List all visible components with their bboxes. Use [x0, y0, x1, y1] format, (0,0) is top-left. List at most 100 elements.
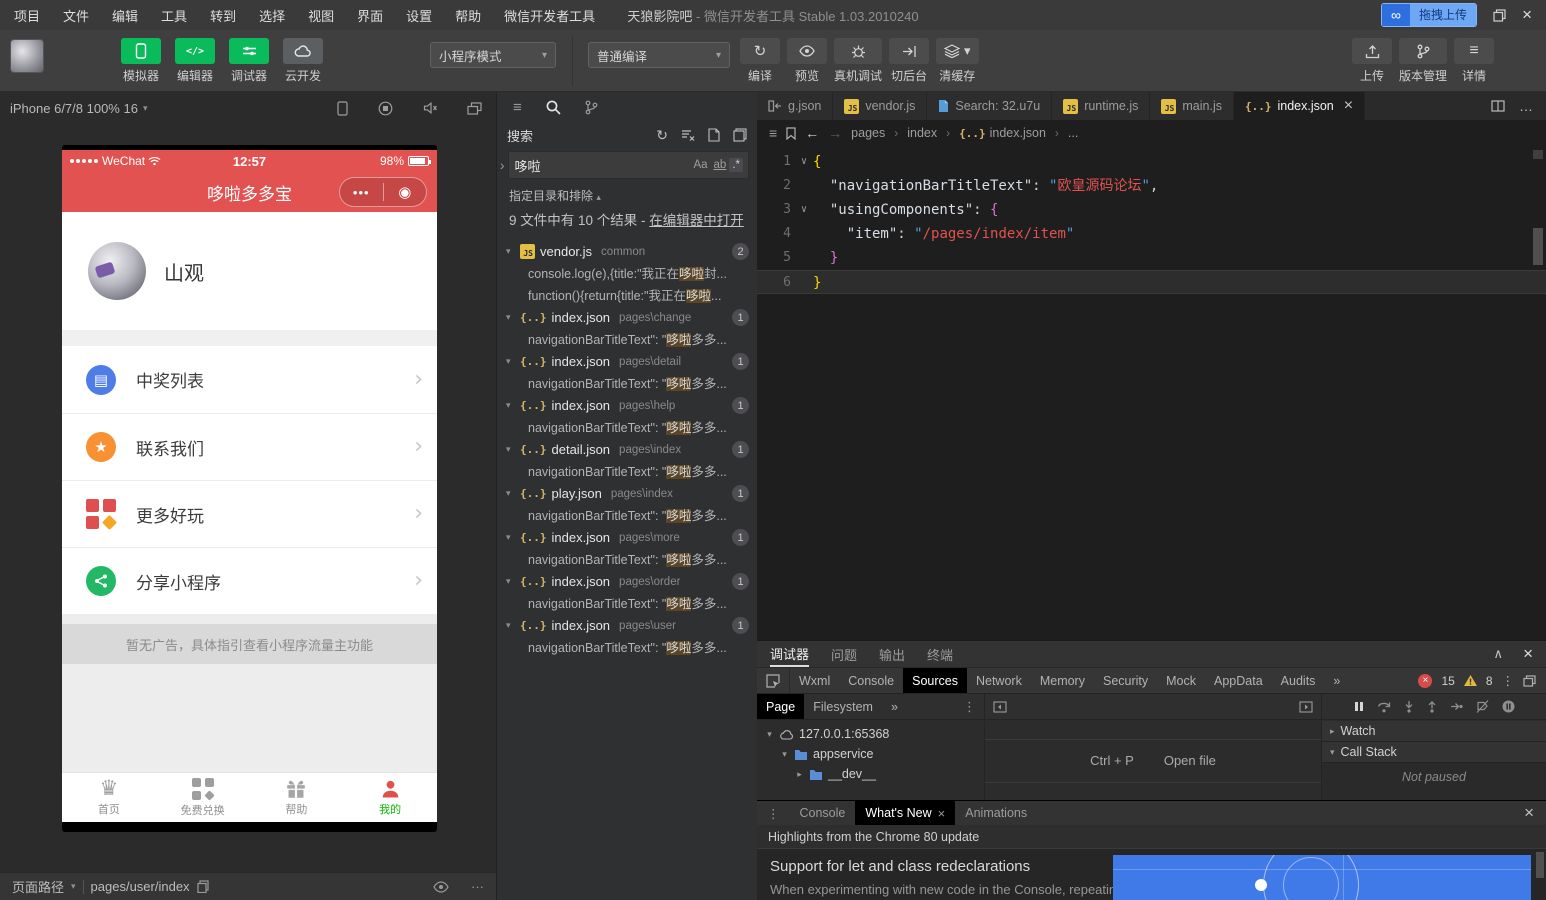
- drawer-menu-icon[interactable]: ⋮: [757, 801, 790, 825]
- deactivate-breakpoints-icon[interactable]: [1476, 700, 1489, 713]
- regex-icon[interactable]: .*: [729, 158, 743, 172]
- menubar-item[interactable]: 选择: [259, 6, 285, 25]
- menubar-item[interactable]: 编辑: [112, 6, 138, 25]
- code-line[interactable]: 4 "item": "/pages/index/item": [757, 222, 1546, 246]
- toolbar-action-git-branch[interactable]: 版本管理: [1399, 38, 1447, 84]
- toolbar-action-refresh[interactable]: ↻编译: [740, 38, 780, 84]
- expand-search-icon[interactable]: ›: [499, 157, 505, 173]
- collapse-sidebar-icon[interactable]: [993, 701, 1007, 713]
- exit-target-icon[interactable]: ◉: [384, 185, 427, 200]
- dir-filter-label[interactable]: 指定目录和排除: [509, 189, 593, 203]
- search-result-file[interactable]: ▾{..}play.jsonpages\index1: [497, 483, 757, 505]
- editor-tab-Search: 32.u7u[interactable]: Search: 32.u7u: [927, 92, 1052, 120]
- user-profile-section[interactable]: 山观: [62, 212, 437, 330]
- match-case-icon[interactable]: Aa: [690, 158, 710, 172]
- mode-button-cloud-dev[interactable]: 云开发: [280, 38, 326, 84]
- drawer-tab-Animations[interactable]: Animations: [955, 801, 1037, 825]
- drawer-tab-What's New[interactable]: What's New×: [855, 801, 955, 825]
- code-area[interactable]: 1∨{2 "navigationBarTitleText": "欧皇源码论坛",…: [757, 150, 1546, 294]
- error-badge-icon[interactable]: ×: [1418, 674, 1432, 688]
- search-result-file[interactable]: ▾{..}index.jsonpages\more1: [497, 527, 757, 549]
- menu-item-row[interactable]: ★联系我们›: [62, 413, 437, 480]
- menubar-item[interactable]: 设置: [406, 6, 432, 25]
- devtools-tab-Wxml[interactable]: Wxml: [790, 668, 839, 693]
- callstack-section[interactable]: ▾ Call Stack: [1322, 742, 1546, 763]
- tree-node-127.0.0.1:65368[interactable]: ▾127.0.0.1:65368: [757, 724, 984, 744]
- toolbar-action-upload[interactable]: 上传: [1352, 38, 1392, 84]
- expand-sidebar-icon[interactable]: [1299, 701, 1313, 713]
- devtools-tab-Network[interactable]: Network: [967, 668, 1031, 693]
- editor-tab-runtime.js[interactable]: JSruntime.js: [1052, 92, 1150, 120]
- fold-icon[interactable]: ∨: [795, 150, 813, 174]
- clear-results-icon[interactable]: [681, 128, 695, 142]
- debugger-tab-问题[interactable]: 问题: [831, 641, 857, 667]
- pause-icon[interactable]: [1354, 701, 1364, 712]
- capsule-menu[interactable]: ••• ◉: [339, 177, 427, 207]
- files-panel-icon[interactable]: ≡: [513, 99, 522, 116]
- debugger-tab-输出[interactable]: 输出: [879, 641, 905, 667]
- nav-tab-Page[interactable]: Page: [757, 694, 804, 719]
- mode-select[interactable]: 小程序模式 ▾: [430, 42, 556, 68]
- menu-item-row[interactable]: 分享小程序›: [62, 547, 437, 614]
- menubar-item[interactable]: 视图: [308, 6, 334, 25]
- code-line[interactable]: 3∨ "usingComponents": {: [757, 198, 1546, 222]
- more-actions-icon[interactable]: …: [1519, 98, 1534, 114]
- outline-icon[interactable]: ≡: [769, 125, 777, 141]
- toolbar-action-details[interactable]: ≡详情: [1454, 38, 1494, 84]
- editor-tab-main.js[interactable]: JSmain.js: [1150, 92, 1234, 120]
- git-panel-icon[interactable]: [585, 100, 598, 115]
- devtools-tab-Security[interactable]: Security: [1094, 668, 1157, 693]
- back-icon[interactable]: ←: [805, 125, 819, 141]
- devtools-tab-»[interactable]: »: [1324, 668, 1349, 693]
- open-in-editor-link[interactable]: 在编辑器中打开: [649, 213, 744, 228]
- windows-icon[interactable]: [467, 102, 482, 115]
- devtools-tab-Mock[interactable]: Mock: [1157, 668, 1205, 693]
- tree-node-appservice[interactable]: ▾appservice: [757, 744, 984, 764]
- phone-tab-首页[interactable]: ♛首页: [62, 773, 156, 822]
- split-editor-icon[interactable]: [1491, 100, 1505, 112]
- toolbar-action-to-background[interactable]: 切后台: [889, 38, 929, 84]
- editor-tab-index.json[interactable]: {..}index.json×: [1234, 92, 1365, 120]
- breadcrumb-item[interactable]: ...: [1068, 126, 1078, 140]
- search-result-file[interactable]: ▾{..}index.jsonpages\order1: [497, 571, 757, 593]
- step-out-icon[interactable]: [1427, 700, 1437, 713]
- device-select[interactable]: iPhone 6/7/8 100% 16: [10, 101, 138, 116]
- scrollbar-marker[interactable]: [1533, 228, 1543, 265]
- bookmark-icon[interactable]: [786, 127, 796, 140]
- editor-scrollbar[interactable]: [1533, 150, 1543, 159]
- menubar-item[interactable]: 帮助: [455, 6, 481, 25]
- whole-word-icon[interactable]: ab: [711, 158, 730, 172]
- toolbar-action-eye[interactable]: 预览: [787, 38, 827, 84]
- path-label[interactable]: 页面路径: [12, 877, 64, 896]
- search-match-line[interactable]: navigationBarTitleText": "哆啦多多...: [497, 593, 757, 615]
- menubar-item[interactable]: 工具: [161, 6, 187, 25]
- menubar-item[interactable]: 界面: [357, 6, 383, 25]
- devtools-tab-Console[interactable]: Console: [839, 668, 903, 693]
- breadcrumb-item[interactable]: index: [907, 126, 937, 140]
- search-match-line[interactable]: navigationBarTitleText": "哆啦多多...: [497, 329, 757, 351]
- record-icon[interactable]: [378, 101, 393, 116]
- mode-button-code[interactable]: </>编辑器: [172, 38, 218, 84]
- warning-badge-icon[interactable]: [1464, 675, 1477, 686]
- menubar-item[interactable]: 转到: [210, 6, 236, 25]
- code-line[interactable]: 1∨{: [757, 150, 1546, 174]
- undock-icon[interactable]: [1523, 675, 1536, 687]
- open-results-icon[interactable]: [708, 128, 720, 142]
- search-result-file[interactable]: ▾{..}index.jsonpages\user1: [497, 615, 757, 637]
- close-window-icon[interactable]: ×: [1522, 5, 1532, 25]
- phone-tab-帮助[interactable]: 帮助: [250, 773, 344, 822]
- nav-tab-»[interactable]: »: [882, 694, 907, 719]
- devtools-tab-Sources[interactable]: Sources: [903, 668, 967, 693]
- toolbar-action-layers[interactable]: ▾清缓存: [936, 38, 979, 84]
- mode-button-simulator[interactable]: 模拟器: [118, 38, 164, 84]
- code-line[interactable]: 5 }: [757, 246, 1546, 270]
- breadcrumb-item[interactable]: {..}index.json: [959, 126, 1046, 140]
- search-match-line[interactable]: navigationBarTitleText": "哆啦多多...: [497, 505, 757, 527]
- project-avatar[interactable]: [10, 39, 44, 73]
- whats-new-heading[interactable]: Support for let and class redeclarations: [770, 858, 1030, 875]
- search-result-file[interactable]: ▾{..}index.jsonpages\detail1: [497, 351, 757, 373]
- search-result-file[interactable]: ▾{..}index.jsonpages\change1: [497, 307, 757, 329]
- nav-menu-icon[interactable]: ⋮: [963, 694, 984, 719]
- close-tab-icon[interactable]: ×: [1344, 97, 1353, 115]
- debugger-tab-终端[interactable]: 终端: [927, 641, 953, 667]
